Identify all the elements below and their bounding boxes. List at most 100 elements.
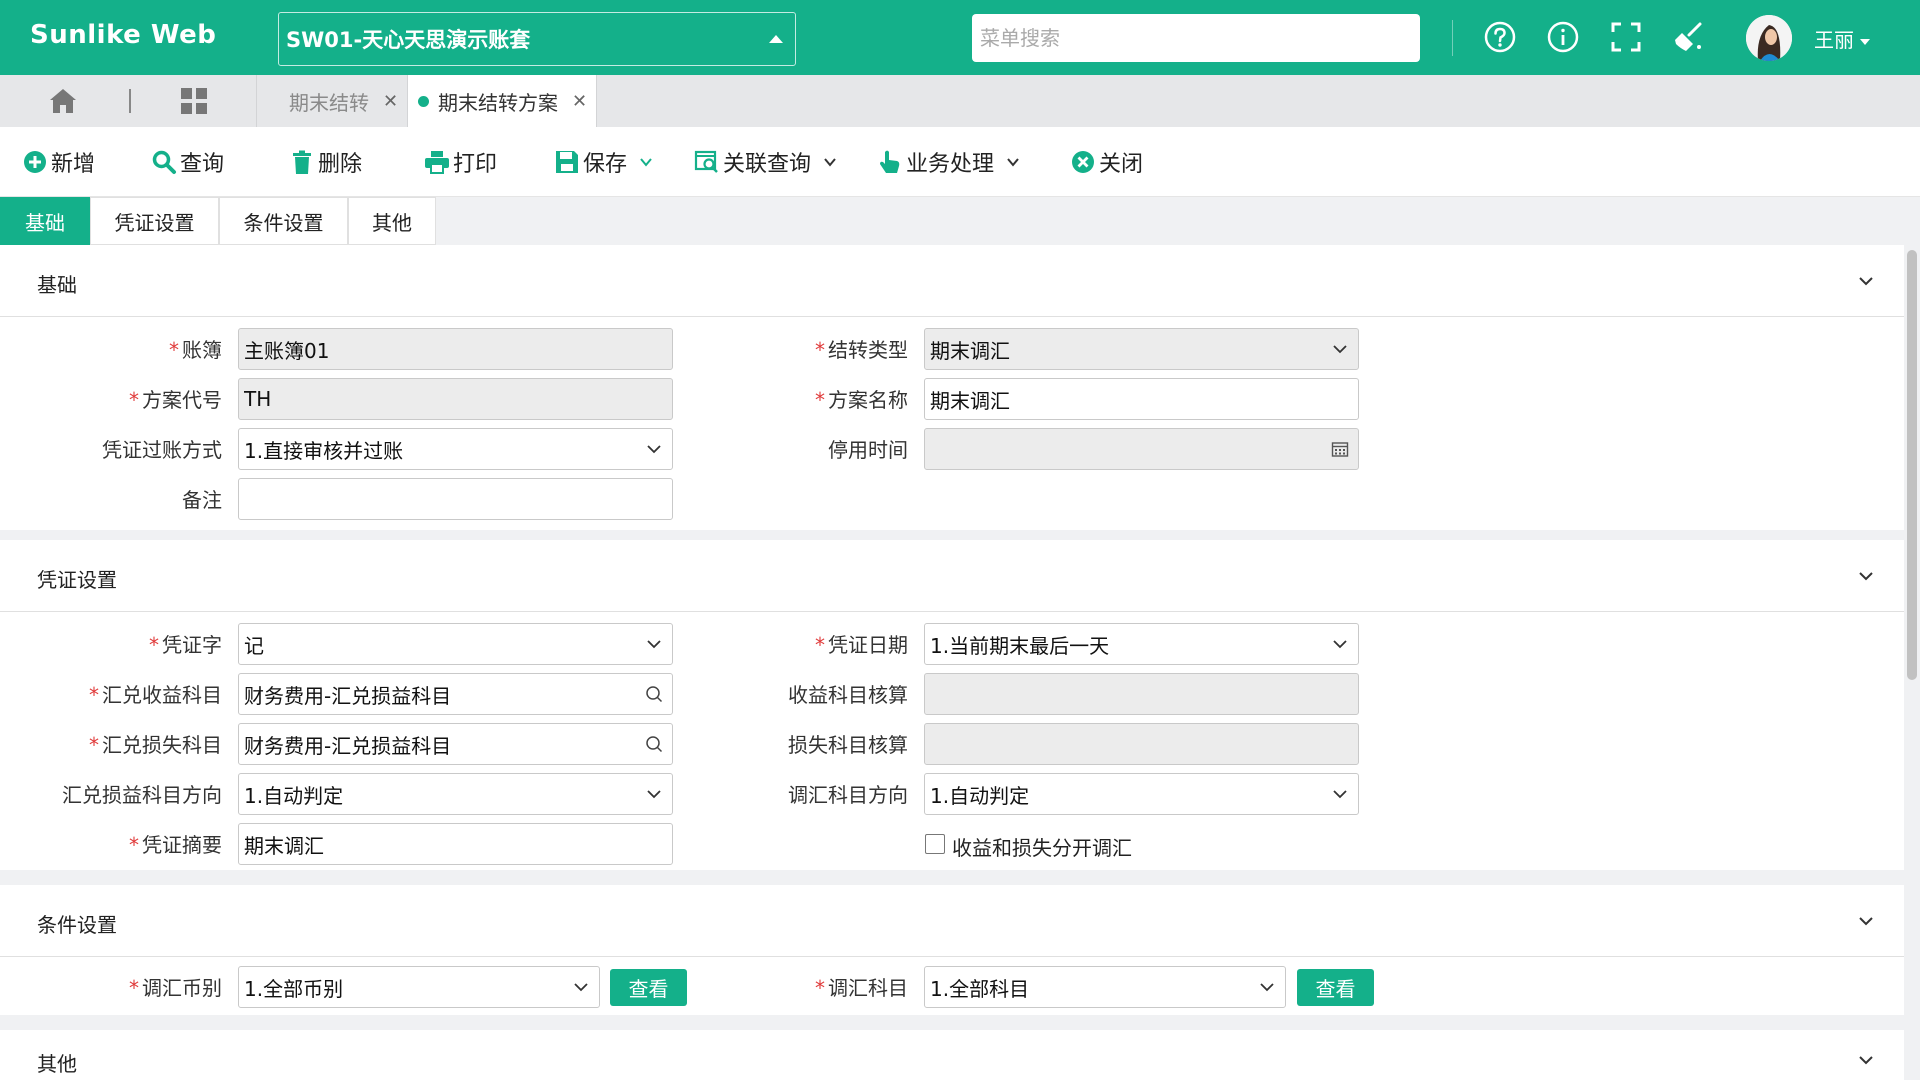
gl-direction-select[interactable]: 1.自动判定: [238, 773, 673, 815]
tab-period-end-transfer[interactable]: 期末结转 ✕: [256, 75, 416, 127]
adj-account-select[interactable]: 1.全部科目: [924, 966, 1286, 1008]
condition-panel-header[interactable]: 条件设置: [0, 885, 1904, 957]
basic-panel-header[interactable]: 基础: [0, 245, 1904, 317]
adj-direction-value: 1.自动判定: [930, 783, 1030, 808]
voucher-word-select[interactable]: 记: [238, 623, 673, 665]
delete-button[interactable]: 删除: [289, 127, 362, 197]
print-button[interactable]: 打印: [424, 127, 497, 197]
tab-basic[interactable]: 基础: [0, 197, 90, 245]
loss-account-input[interactable]: 财务费用-汇兑损益科目: [238, 723, 673, 765]
chevron-down-icon[interactable]: [1858, 568, 1874, 584]
chevron-down-icon[interactable]: [1858, 1052, 1874, 1068]
loss-check-field: [924, 723, 1359, 765]
plan-code-value: TH: [244, 387, 272, 411]
search-icon: [152, 150, 176, 174]
menu-search-input[interactable]: [972, 14, 1420, 62]
print-label: 打印: [453, 152, 498, 177]
business-label: 业务处理: [906, 152, 995, 177]
tab-bar: 期末结转 ✕ 期末结转方案 ✕: [0, 75, 1920, 127]
chevron-down-icon: [1333, 790, 1347, 799]
voucher-date-value: 1.当前期末最后一天: [930, 633, 1110, 658]
gl-direction-label: 汇兑损益科目方向: [62, 783, 222, 807]
posting-method-value: 1.直接审核并过账: [244, 438, 404, 463]
fullscreen-icon[interactable]: [1609, 20, 1643, 54]
separate-adjust-label: 收益和损失分开调汇: [952, 836, 1132, 860]
voucher-word-label: * 凭证字: [149, 633, 222, 657]
related-query-button[interactable]: 关联查询: [694, 127, 837, 197]
posting-method-select[interactable]: 1.直接审核并过账: [238, 428, 673, 470]
voucher-panel-header[interactable]: 凭证设置: [0, 540, 1904, 612]
voucher-date-label: * 凭证日期: [815, 633, 908, 657]
currency-select[interactable]: 1.全部币别: [238, 966, 600, 1008]
close-icon[interactable]: ✕: [572, 91, 587, 112]
user-avatar[interactable]: [1746, 15, 1792, 61]
remark-input[interactable]: [238, 478, 673, 520]
adj-direction-select[interactable]: 1.自动判定: [924, 773, 1359, 815]
voucher-date-select[interactable]: 1.当前期末最后一天: [924, 623, 1359, 665]
transfer-type-label: * 结转类型: [815, 338, 908, 362]
panel-title: 条件设置: [37, 913, 117, 937]
disable-time-label: 停用时间: [828, 438, 908, 462]
separate-adjust-checkbox[interactable]: [925, 834, 945, 854]
clean-icon[interactable]: [1672, 20, 1706, 54]
calendar-icon[interactable]: [1331, 440, 1349, 458]
form-content: 基础 * 账簿 主账簿01 * 结转类型 期末调汇 * 方案代号 TH * 方案名称 期…: [0, 245, 1904, 1080]
delete-label: 删除: [318, 152, 363, 177]
view-currency-button[interactable]: 查看: [610, 969, 687, 1006]
adj-direction-label: 调汇科目方向: [788, 783, 908, 807]
home-icon[interactable]: [48, 87, 78, 115]
loss-account-value: 财务费用-汇兑损益科目: [244, 733, 452, 758]
adj-account-label: * 调汇科目: [815, 976, 908, 1000]
tab-other[interactable]: 其他: [348, 197, 436, 245]
business-process-button[interactable]: 业务处理: [877, 127, 1020, 197]
plan-code-field: TH: [238, 378, 673, 420]
tab-condition-settings[interactable]: 条件设置: [219, 197, 348, 245]
save-button[interactable]: 保存: [554, 127, 653, 197]
disable-time-field[interactable]: [924, 428, 1359, 470]
search-icon[interactable]: [645, 735, 663, 753]
summary-input[interactable]: 期末调汇: [238, 823, 673, 865]
chevron-down-icon[interactable]: [823, 155, 837, 169]
plan-name-value: 期末调汇: [930, 388, 1010, 413]
printer-icon: [425, 151, 449, 174]
chevron-down-icon[interactable]: [1006, 155, 1020, 169]
close-icon[interactable]: ✕: [383, 91, 398, 112]
related-search-icon: [694, 150, 718, 173]
tab-voucher-settings[interactable]: 凭证设置: [90, 197, 219, 245]
gain-account-input[interactable]: 财务费用-汇兑损益科目: [238, 673, 673, 715]
help-icon[interactable]: [1483, 20, 1517, 54]
panel-title: 其他: [37, 1052, 77, 1076]
chevron-down-icon[interactable]: [1858, 273, 1874, 289]
adj-account-value: 1.全部科目: [930, 976, 1030, 1001]
plan-name-input[interactable]: 期末调汇: [924, 378, 1359, 420]
query-button[interactable]: 查询: [151, 127, 224, 197]
section-tabs: 基础 凭证设置 条件设置 其他: [0, 197, 1920, 245]
summary-label: * 凭证摘要: [129, 833, 222, 857]
chevron-down-icon[interactable]: [639, 155, 653, 169]
tab-period-end-transfer-plan[interactable]: 期末结转方案 ✕: [407, 75, 597, 127]
chevron-down-icon: [647, 445, 661, 454]
user-name: 王丽: [1814, 28, 1854, 52]
loss-account-label: * 汇兑损失科目: [89, 733, 222, 757]
chevron-down-icon: [1260, 983, 1274, 992]
user-menu[interactable]: 王丽: [1814, 24, 1870, 53]
info-icon[interactable]: [1546, 20, 1580, 54]
transfer-type-select[interactable]: 期末调汇: [924, 328, 1359, 370]
account-name: SW01-天心天思演示账套: [286, 28, 531, 52]
panel-title: 基础: [37, 273, 77, 297]
chevron-down-icon: [647, 790, 661, 799]
close-button[interactable]: 关闭: [1070, 127, 1143, 197]
active-dot-icon: [418, 95, 429, 107]
chevron-down-icon[interactable]: [1858, 913, 1874, 929]
other-panel-header[interactable]: 其他: [0, 1030, 1904, 1080]
new-button[interactable]: 新增: [22, 127, 95, 197]
trash-icon: [293, 150, 311, 174]
view-account-button[interactable]: 查看: [1297, 969, 1374, 1006]
account-selector[interactable]: SW01-天心天思演示账套: [278, 12, 796, 66]
gain-check-label: 收益科目核算: [788, 683, 908, 707]
search-icon[interactable]: [645, 685, 663, 703]
grid-icon[interactable]: [180, 87, 208, 115]
scrollbar-thumb[interactable]: [1907, 250, 1917, 680]
ledger-value: 主账簿01: [244, 338, 330, 363]
gain-account-value: 财务费用-汇兑损益科目: [244, 683, 452, 708]
